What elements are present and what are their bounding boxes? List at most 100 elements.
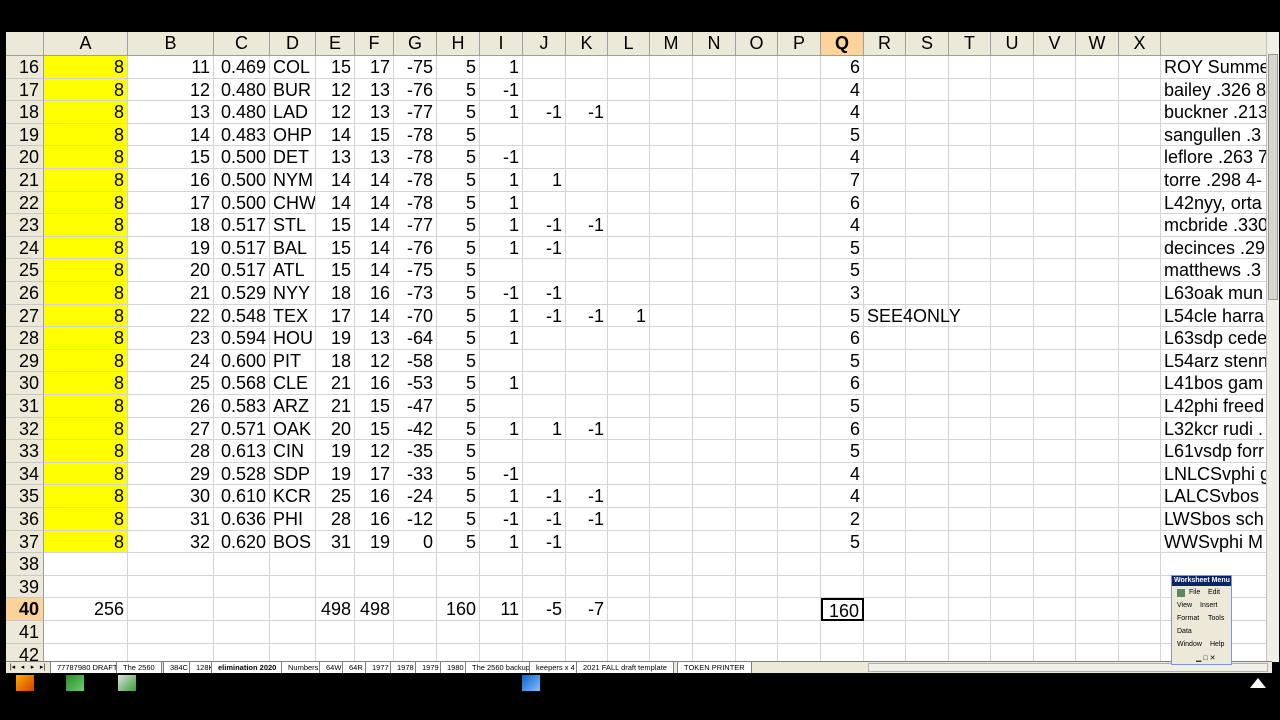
cell-h[interactable]: 5 xyxy=(437,349,480,373)
cell-s[interactable] xyxy=(906,327,949,350)
cell-y[interactable]: sangullen .3 xyxy=(1161,123,1272,147)
cell-n[interactable] xyxy=(693,508,736,531)
cell-j[interactable]: -1 xyxy=(523,236,566,260)
cell-y[interactable]: LALCSvbos xyxy=(1161,485,1272,508)
cell-e[interactable]: 15 xyxy=(316,236,355,260)
menu-view[interactable]: View xyxy=(1177,602,1192,609)
cell-n[interactable] xyxy=(693,485,736,508)
cell-w[interactable] xyxy=(1076,78,1119,102)
cell-c[interactable]: 0.500 xyxy=(214,169,270,192)
column-header-u[interactable]: U xyxy=(991,32,1034,55)
cell-n[interactable] xyxy=(693,169,736,192)
cell-r[interactable] xyxy=(864,327,906,350)
cell-i[interactable]: 1 xyxy=(480,530,523,554)
cell-q[interactable]: 2 xyxy=(821,508,864,531)
column-header-r[interactable]: R xyxy=(864,32,906,55)
cell-n[interactable] xyxy=(693,349,736,373)
cell-e[interactable]: 19 xyxy=(316,462,355,486)
menu-file[interactable]: File xyxy=(1189,589,1200,596)
cell-i[interactable]: 11 xyxy=(480,598,523,621)
cell-d[interactable]: BUR xyxy=(270,78,316,102)
cell-y[interactable]: ROY Summe xyxy=(1161,56,1272,79)
cell-o[interactable] xyxy=(736,327,778,350)
cell-a[interactable] xyxy=(44,643,128,662)
cell-l[interactable] xyxy=(608,259,650,282)
cell-j[interactable] xyxy=(523,56,566,79)
cell-h[interactable]: 5 xyxy=(437,169,480,192)
menu-tools[interactable]: Tools xyxy=(1208,615,1224,622)
cell-v[interactable] xyxy=(1034,530,1076,554)
cell-f[interactable]: 14 xyxy=(355,236,394,260)
cell-f[interactable]: 14 xyxy=(355,259,394,282)
cell-o[interactable] xyxy=(736,304,778,328)
excel-icon[interactable] xyxy=(66,675,84,691)
cell-h[interactable]: 5 xyxy=(437,259,480,282)
column-header-f[interactable]: F xyxy=(355,32,394,55)
cell-y[interactable]: L41bos gam xyxy=(1161,372,1272,395)
cell-e[interactable] xyxy=(316,621,355,644)
cell-h[interactable] xyxy=(437,575,480,599)
cell-b[interactable]: 20 xyxy=(128,259,214,282)
cell-r[interactable] xyxy=(864,236,906,260)
cell-e[interactable]: 19 xyxy=(316,440,355,463)
cell-w[interactable] xyxy=(1076,575,1119,599)
cell-b[interactable]: 29 xyxy=(128,462,214,486)
vertical-scroll-thumb[interactable] xyxy=(1268,54,1278,300)
cell-c[interactable]: 0.529 xyxy=(214,282,270,305)
cell-x[interactable] xyxy=(1119,282,1161,305)
cell-p[interactable] xyxy=(778,282,821,305)
cell-d[interactable]: STL xyxy=(270,214,316,237)
cell-x[interactable] xyxy=(1119,485,1161,508)
cell-s[interactable] xyxy=(906,440,949,463)
cell-p[interactable] xyxy=(778,214,821,237)
cell-t[interactable] xyxy=(949,440,991,463)
column-header-e[interactable]: E xyxy=(316,32,355,55)
cell-p[interactable] xyxy=(778,440,821,463)
cell-j[interactable]: -1 xyxy=(523,214,566,237)
cell-e[interactable]: 18 xyxy=(316,282,355,305)
cell-k[interactable]: -7 xyxy=(566,598,608,621)
cell-e[interactable]: 15 xyxy=(316,56,355,79)
cell-v[interactable] xyxy=(1034,78,1076,102)
cell-p[interactable] xyxy=(778,508,821,531)
cell-a[interactable]: 8 xyxy=(44,236,128,260)
cell-q[interactable]: 6 xyxy=(821,417,864,441)
cell-g[interactable] xyxy=(394,553,437,576)
cell-w[interactable] xyxy=(1076,598,1119,621)
cell-w[interactable] xyxy=(1076,56,1119,79)
cell-h[interactable]: 5 xyxy=(437,372,480,395)
cell-n[interactable] xyxy=(693,214,736,237)
cell-l[interactable]: 1 xyxy=(608,304,650,328)
cell-w[interactable] xyxy=(1076,485,1119,508)
cell-o[interactable] xyxy=(736,530,778,554)
menu-insert[interactable]: Insert xyxy=(1200,602,1218,609)
cell-y[interactable]: L54arz stenn xyxy=(1161,349,1272,373)
cell-n[interactable] xyxy=(693,621,736,644)
cell-c[interactable]: 0.500 xyxy=(214,146,270,169)
cell-p[interactable] xyxy=(778,643,821,662)
cell-t[interactable] xyxy=(949,78,991,102)
cell-s[interactable] xyxy=(906,417,949,441)
cell-x[interactable] xyxy=(1119,78,1161,102)
cell-x[interactable] xyxy=(1119,101,1161,124)
cell-g[interactable]: -78 xyxy=(394,191,437,215)
cell-o[interactable] xyxy=(736,214,778,237)
cell-b[interactable]: 23 xyxy=(128,327,214,350)
cell-e[interactable] xyxy=(316,553,355,576)
cell-o[interactable] xyxy=(736,236,778,260)
cell-a[interactable]: 8 xyxy=(44,123,128,147)
cell-g[interactable] xyxy=(394,621,437,644)
cell-v[interactable] xyxy=(1034,282,1076,305)
cell-r[interactable] xyxy=(864,101,906,124)
cell-a[interactable]: 8 xyxy=(44,395,128,418)
cell-x[interactable] xyxy=(1119,327,1161,350)
cell-r[interactable] xyxy=(864,123,906,147)
cell-c[interactable]: 0.571 xyxy=(214,417,270,441)
cell-n[interactable] xyxy=(693,372,736,395)
cell-f[interactable]: 16 xyxy=(355,282,394,305)
cell-m[interactable] xyxy=(650,349,693,373)
cell-c[interactable]: 0.517 xyxy=(214,259,270,282)
cell-p[interactable] xyxy=(778,56,821,79)
cell-r[interactable] xyxy=(864,508,906,531)
next-sheet-icon[interactable]: ▸ xyxy=(28,663,37,672)
